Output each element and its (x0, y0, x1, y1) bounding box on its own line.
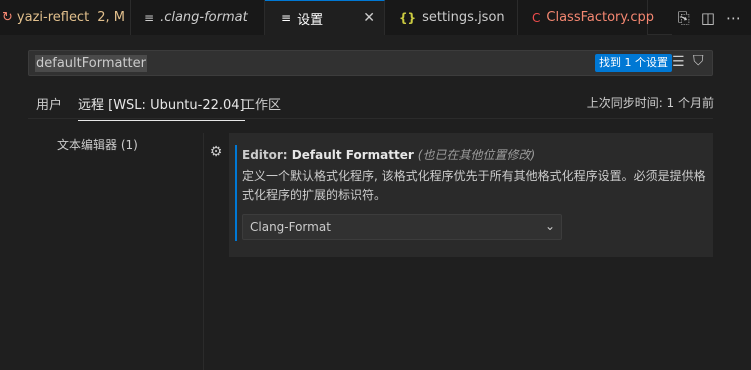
focus-indicator (235, 145, 237, 241)
tab-label: yazi-reflect (16, 10, 90, 25)
scope-tab-user[interactable]: 用户 (36, 94, 62, 113)
select-value: Clang-Format (250, 220, 331, 234)
scope-tab-remote[interactable]: 远程 [WSL: Ubuntu-22.04] (78, 94, 245, 121)
setting-category: Editor: (242, 148, 292, 162)
tab-yazi-reflect[interactable]: ↻ yazi-reflect 2, M (0, 0, 131, 35)
arrow-icon: ↻ (2, 10, 13, 25)
close-icon[interactable]: ✕ (363, 10, 375, 26)
setting-item: Editor: Default Formatter (也已在其他位置修改) 定义一… (229, 133, 713, 257)
gear-icon[interactable]: ⚙ (208, 144, 224, 160)
divider (28, 118, 713, 119)
tab-settings[interactable]: ≡ 设置 ✕ (265, 0, 385, 35)
json-icon: {} (399, 10, 417, 25)
tab-clang-format[interactable]: ≡ .clang-format (131, 0, 265, 35)
modified-badge: 2, M (97, 10, 125, 25)
tab-actions: ⎘ ◫ ⋯ (671, 0, 751, 35)
filter-icon[interactable]: ⛉ (693, 53, 704, 69)
toc-divider (203, 133, 204, 370)
scope-tab-workspace[interactable]: 工作区 (242, 94, 281, 113)
split-editor-icon[interactable]: ◫ (701, 9, 715, 27)
more-icon[interactable]: ⋯ (726, 9, 741, 27)
tab-label: ClassFactory.cpp (546, 10, 655, 25)
chevron-down-icon: ⌄ (544, 219, 555, 233)
search-value: defaultFormatter (35, 54, 147, 72)
tab-settings-json[interactable]: {} settings.json (385, 0, 518, 35)
tab-label: 设置 (297, 12, 324, 28)
setting-modified-note[interactable]: (也已在其他位置修改) (418, 148, 535, 162)
formatter-select[interactable]: Clang-Format ⌄ (242, 214, 562, 240)
open-changes-icon[interactable]: ⎘ (678, 9, 690, 27)
toc-text-editor[interactable]: 文本编辑器 (1) (57, 136, 138, 153)
result-count-badge: 找到 1 个设置 (595, 54, 672, 72)
cpp-file-icon: C (532, 10, 541, 25)
setting-description: 定义一个默认格式化程序, 该格式化程序优先于所有其他格式化程序设置。必须是提供格… (242, 169, 706, 202)
settings-search-input[interactable]: defaultFormatter 找到 1 个设置 ☰ ⛉ (28, 50, 713, 76)
sync-status: 上次同步时间: 1 个月前 (586, 96, 714, 110)
lines-icon: ≡ (281, 11, 292, 25)
clear-filter-icon[interactable]: ☰ (672, 54, 685, 70)
lines-icon: ≡ (144, 10, 155, 25)
setting-name: Default Formatter (291, 148, 414, 162)
setting-title: Editor: Default Formatter (也已在其他位置修改) (242, 146, 535, 163)
tab-label: .clang-format (160, 10, 248, 25)
editor-tab-bar: ↻ yazi-reflect 2, M ≡ .clang-format ≡ 设置… (0, 0, 751, 35)
tab-classfactory[interactable]: C ClassFactory.cpp (518, 0, 654, 35)
tab-label: settings.json (422, 10, 505, 25)
